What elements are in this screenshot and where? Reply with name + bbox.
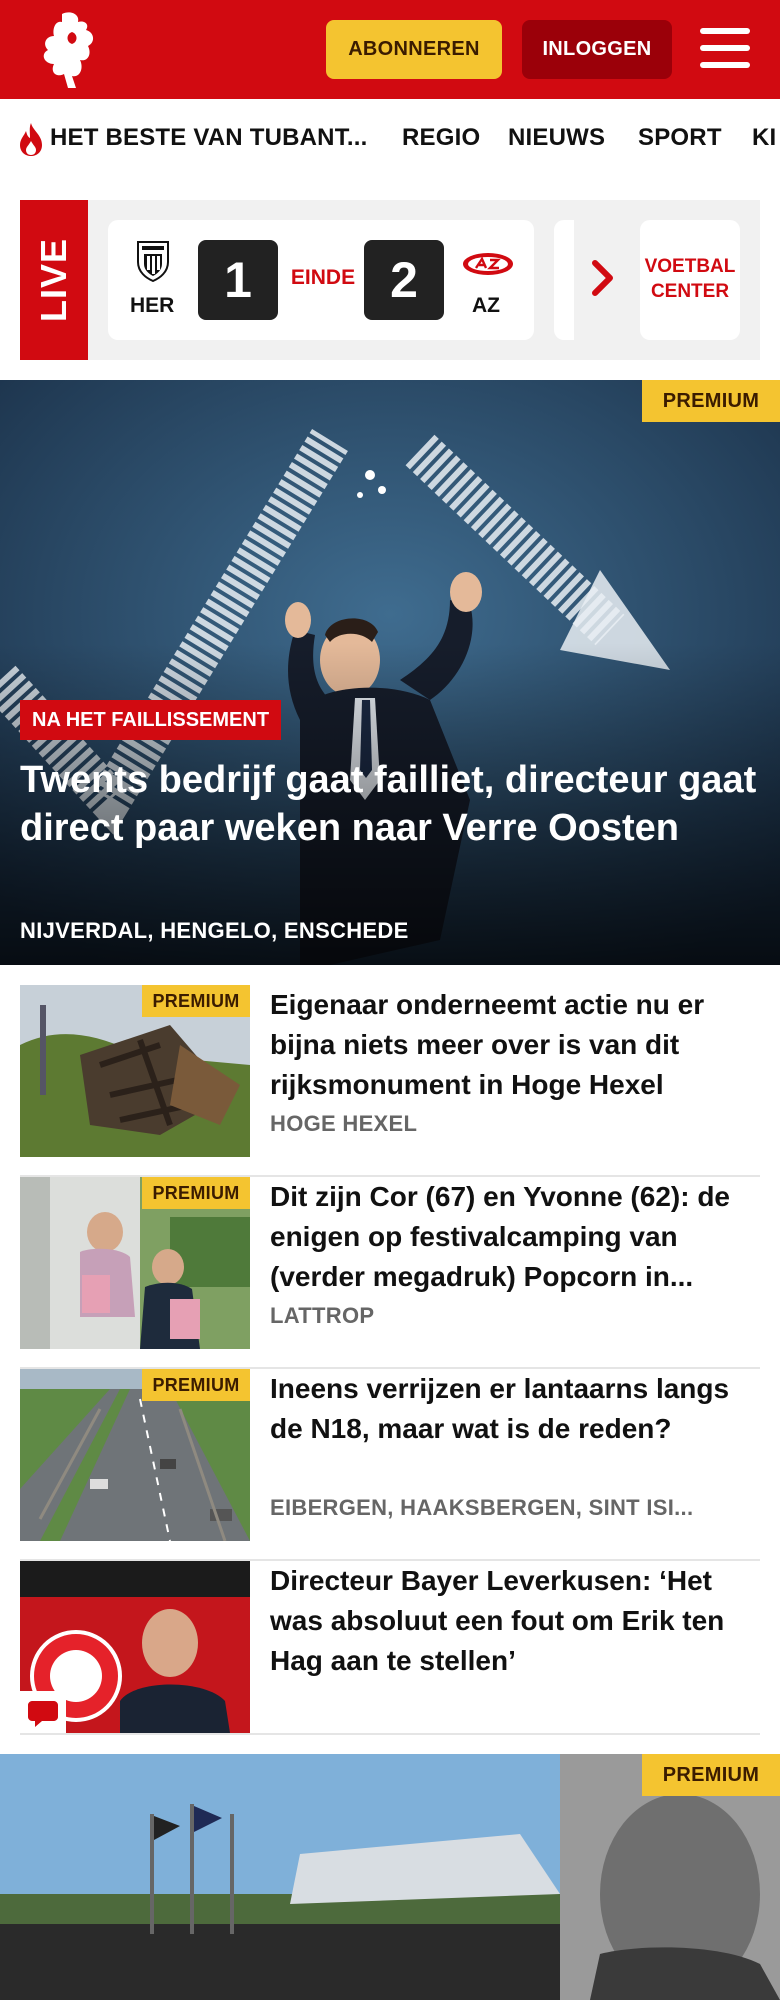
menu-icon[interactable]	[700, 26, 752, 70]
live-label: LIVE	[20, 200, 88, 360]
home-score: 1	[198, 240, 278, 320]
hero-image	[0, 380, 780, 965]
nav-item-sport[interactable]: SPORT	[638, 124, 722, 152]
voetbal-center-link[interactable]: VOETBAL CENTER	[640, 220, 740, 340]
heracles-logo-icon	[137, 241, 169, 282]
article-title[interactable]: Directeur Bayer Leverkusen: ‘Het was abs…	[270, 1561, 760, 1681]
hero-title[interactable]: Twents bedrijf gaat failliet, directeur …	[20, 756, 760, 852]
next-match-card-stub[interactable]	[554, 220, 574, 340]
tubantia-horse-logo[interactable]	[32, 8, 108, 92]
nav-item-truncated[interactable]: KI	[752, 124, 776, 152]
match-card[interactable]: HER 1 EINDE 2 AZ	[108, 220, 534, 340]
hero-locations: NIJVERDAL, HENGELO, ENSCHEDE	[20, 918, 409, 943]
premium-badge: PREMIUM	[642, 1754, 780, 1796]
nav-item-nieuws[interactable]: NIEUWS	[508, 124, 605, 152]
az-logo-icon	[463, 253, 513, 275]
away-score: 2	[364, 240, 444, 320]
login-button[interactable]: INLOGGEN	[522, 20, 672, 79]
list-item[interactable]: PREMIUM Dit zijn Cor (67) en Yvonne (62)…	[20, 1177, 760, 1369]
second-hero-article[interactable]: PREMIUM	[0, 1754, 780, 2000]
article-thumbnail: PREMIUM	[20, 1177, 250, 1349]
premium-badge: PREMIUM	[142, 985, 250, 1017]
hero-kicker: NA HET FAILLISSEMENT	[20, 700, 282, 740]
premium-badge: PREMIUM	[642, 380, 780, 422]
nav-item-regio[interactable]: REGIO	[402, 124, 480, 152]
match-status: EINDE	[290, 266, 356, 289]
article-location: HOGE HEXEL	[270, 1111, 418, 1136]
article-title[interactable]: Dit zijn Cor (67) en Yvonne (62): de eni…	[270, 1177, 760, 1297]
article-thumbnail: PREMIUM	[20, 985, 250, 1157]
main-navigation: HET BESTE VAN TUBANT... REGIO NIEUWS SPO…	[0, 99, 780, 181]
article-location: EIBERGEN, HAAKSBERGEN, SINT ISI...	[270, 1495, 694, 1520]
premium-badge: PREMIUM	[142, 1177, 250, 1209]
article-title[interactable]: Eigenaar onderneemt actie nu er bijna ni…	[270, 985, 760, 1105]
comment-icon	[20, 1691, 66, 1733]
flame-icon	[20, 123, 42, 156]
list-item[interactable]: PREMIUM Ineens verrijzen er lantaarns la…	[20, 1369, 760, 1561]
away-team-code: AZ	[472, 294, 500, 317]
nav-item-het-beste-van-tubantia[interactable]: HET BESTE VAN TUBANT...	[50, 124, 368, 152]
subscribe-button[interactable]: ABONNEREN	[326, 20, 502, 79]
top-header: ABONNEREN INLOGGEN	[0, 0, 780, 99]
list-item[interactable]: Directeur Bayer Leverkusen: ‘Het was abs…	[20, 1561, 760, 1735]
article-location: LATTROP	[270, 1303, 375, 1328]
chevron-right-icon[interactable]	[590, 258, 616, 298]
article-title[interactable]: Ineens verrijzen er lantaarns langs de N…	[270, 1369, 760, 1449]
premium-badge: PREMIUM	[142, 1369, 250, 1401]
live-scores-strip: LIVE HER 1 EINDE 2 AZ VOETBAL CENTER	[20, 200, 760, 360]
article-thumbnail: PREMIUM	[20, 1369, 250, 1541]
home-team-code: HER	[130, 294, 175, 317]
list-item[interactable]: PREMIUM Eigenaar onderneemt actie nu er …	[20, 985, 760, 1177]
hero-article[interactable]: PREMIUM NA HET FAILLISSEMENT Twents bedr…	[0, 380, 780, 965]
